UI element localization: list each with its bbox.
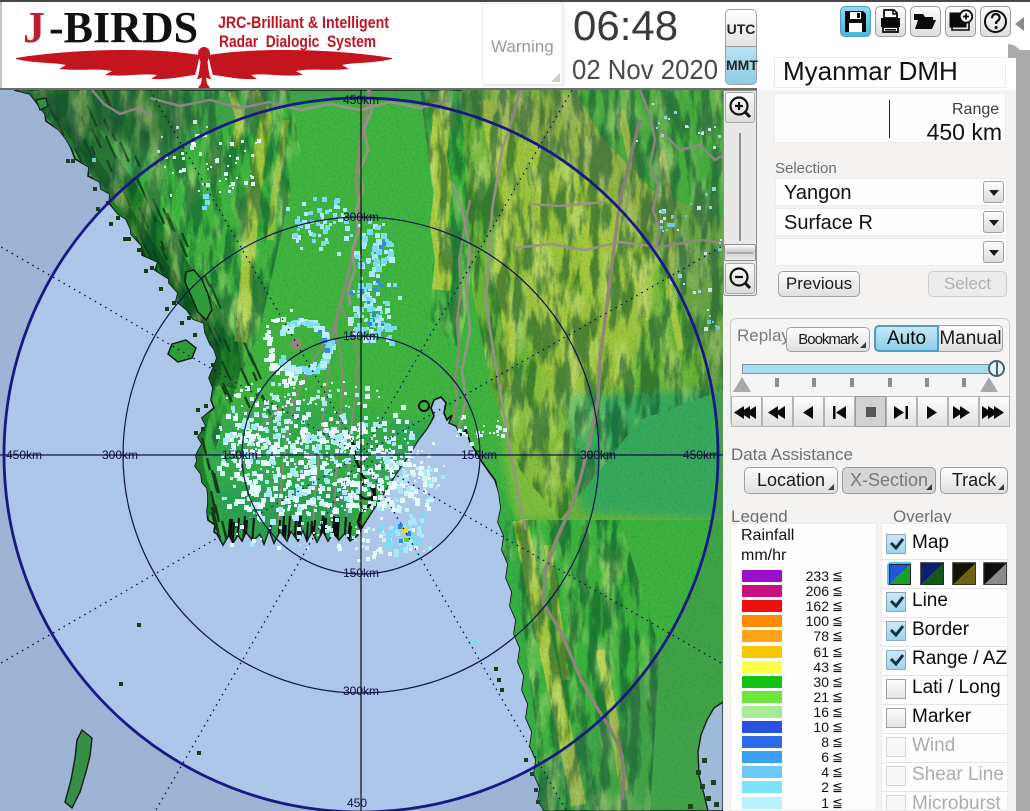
svg-text:300km: 300km xyxy=(343,210,379,224)
svg-text:J: J xyxy=(23,3,45,52)
svg-text:450: 450 xyxy=(347,796,367,810)
svg-text:300km: 300km xyxy=(102,448,138,462)
svg-text:300km: 300km xyxy=(343,684,379,698)
svg-text:300km: 300km xyxy=(580,448,616,462)
svg-text:450km: 450km xyxy=(683,448,719,462)
svg-text:Radar Dialogic System: Radar Dialogic System xyxy=(219,32,376,51)
svg-text:JRC-Brilliant & Intelligent: JRC-Brilliant & Intelligent xyxy=(218,13,389,32)
svg-text:150km: 150km xyxy=(343,329,379,343)
svg-text:450km: 450km xyxy=(343,93,379,107)
svg-text:-BIRDS: -BIRDS xyxy=(49,3,198,52)
svg-text:150km: 150km xyxy=(222,448,258,462)
svg-text:150km: 150km xyxy=(461,448,497,462)
svg-text:150km: 150km xyxy=(343,566,379,580)
svg-text:450km: 450km xyxy=(6,448,42,462)
